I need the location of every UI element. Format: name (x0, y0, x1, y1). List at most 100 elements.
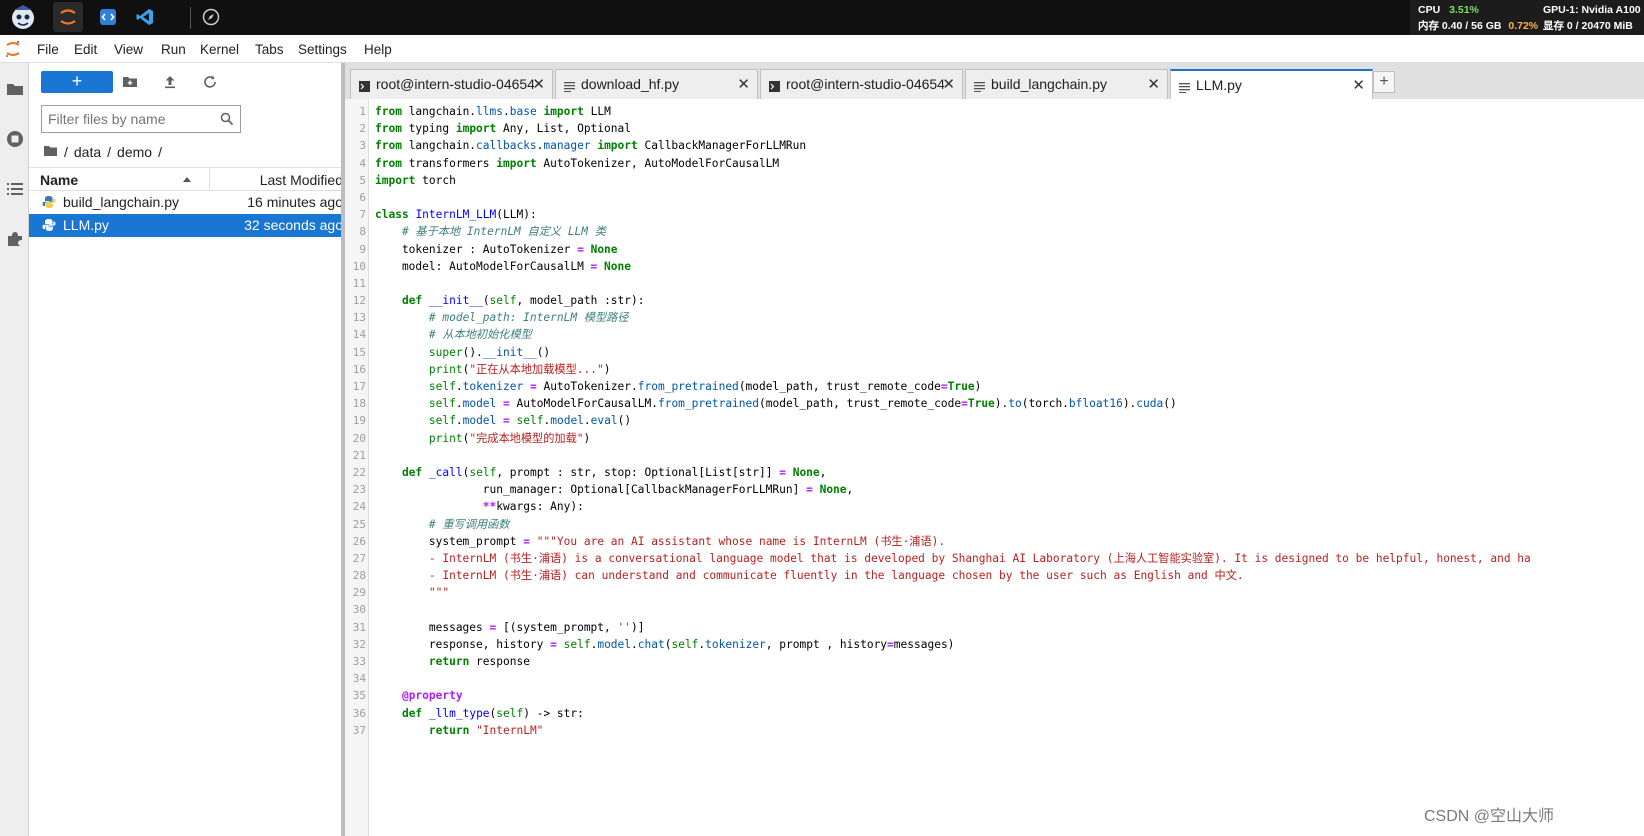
code-line[interactable]: 36 def _llm_type(self) -> str: (345, 705, 1644, 722)
code-line[interactable]: 24 **kwargs: Any): (345, 498, 1644, 515)
tab-download-hf[interactable]: download_hf.py ✕ (555, 69, 758, 99)
code-line[interactable]: 31 messages = [(system_prompt, '')] (345, 619, 1644, 636)
close-icon[interactable]: ✕ (532, 75, 545, 93)
line-number: 28 (352, 569, 366, 583)
last-modified-column-header[interactable]: Last Modified (260, 172, 343, 188)
table-of-contents-icon[interactable] (5, 179, 25, 199)
file-row[interactable]: build_langchain.py 16 minutes ago (29, 191, 355, 214)
code-line[interactable]: 34 (345, 670, 1644, 687)
code-text: - InternLM (书生·浦语) is a conversational l… (375, 551, 1531, 565)
breadcrumb-demo[interactable]: demo (117, 144, 152, 160)
new-launcher-button[interactable]: + (41, 71, 113, 93)
jupyter-app-icon[interactable] (53, 2, 83, 32)
file-text-icon (974, 79, 985, 92)
menu-view[interactable]: View (114, 42, 143, 57)
new-folder-icon[interactable] (121, 73, 139, 91)
code-line[interactable]: 29 """ (345, 584, 1644, 601)
code-line[interactable]: 21 (345, 447, 1644, 464)
folder-icon[interactable] (5, 79, 25, 99)
code-line[interactable]: 3 from langchain.callbacks.manager import… (345, 137, 1644, 154)
add-tab-button[interactable]: + (1373, 71, 1395, 93)
code-line[interactable]: 30 (345, 601, 1644, 618)
code-line[interactable]: 37 return "InternLM" (345, 722, 1644, 739)
menu-settings[interactable]: Settings (298, 42, 347, 57)
code-line[interactable]: 1 from langchain.llms.base import LLM (345, 103, 1644, 120)
tab-llm-py[interactable]: LLM.py ✕ (1170, 69, 1373, 100)
code-line[interactable]: 15 super().__init__() (345, 344, 1644, 361)
file-row-selected[interactable]: LLM.py 32 seconds ago (29, 214, 355, 237)
menu-edit[interactable]: Edit (74, 42, 97, 57)
filter-files-input[interactable] (48, 110, 213, 128)
code-content[interactable]: 1 from langchain.llms.base import LLM 2 fro… (345, 103, 1644, 823)
close-icon[interactable]: ✕ (737, 75, 750, 93)
close-icon[interactable]: ✕ (1352, 76, 1365, 94)
studio-logo-icon[interactable] (8, 2, 38, 32)
code-line[interactable]: 5 import torch (345, 172, 1644, 189)
code-line[interactable]: 17 self.tokenizer = AutoTokenizer.from_p… (345, 378, 1644, 395)
code-line[interactable]: 7 class InternLM_LLM(LLM): (345, 206, 1644, 223)
code-line[interactable]: 33 return response (345, 653, 1644, 670)
terminal-icon (359, 79, 370, 92)
code-line[interactable]: 18 self.model = AutoModelForCausalLM.fro… (345, 395, 1644, 412)
code-line[interactable]: 23 run_manager: Optional[CallbackManager… (345, 481, 1644, 498)
code-line[interactable]: 13 # model_path: InternLM 模型路径 (345, 309, 1644, 326)
code-line[interactable]: 8 # 基于本地 InternLM 自定义 LLM 类 (345, 223, 1644, 240)
code-text: **kwargs: Any): (482, 500, 584, 514)
code-text: self.model = self.model.eval() (428, 414, 632, 428)
code-line[interactable]: 14 # 从本地初始化模型 (345, 326, 1644, 343)
menu-file[interactable]: File (37, 42, 59, 57)
code-line[interactable]: 32 response, history = self.model.chat(s… (345, 636, 1644, 653)
upload-icon[interactable] (161, 73, 179, 91)
breadcrumb-data[interactable]: data (74, 144, 101, 160)
code-line[interactable]: 25 # 重写调用函数 (345, 516, 1644, 533)
tab-terminal-2[interactable]: root@intern-studio-04654 ✕ (760, 69, 963, 99)
cpu-label: CPU (1418, 4, 1441, 16)
tab-label: root@intern-studio-04654 (786, 76, 944, 92)
code-server-icon[interactable] (93, 2, 123, 32)
code-line[interactable]: 16 print("正在从本地加载模型...") (345, 361, 1644, 378)
refresh-icon[interactable] (201, 73, 219, 91)
code-line[interactable]: 22 def _call(self, prompt : str, stop: O… (345, 464, 1644, 481)
code-line[interactable]: 26 system_prompt = """You are an AI assi… (345, 533, 1644, 550)
vscode-icon[interactable] (130, 2, 160, 32)
code-line[interactable]: 28 - InternLM (书生·浦语) can understand and… (345, 567, 1644, 584)
line-number: 8 (359, 225, 366, 239)
menu-tabs[interactable]: Tabs (255, 42, 284, 57)
close-icon[interactable]: ✕ (942, 75, 955, 93)
line-number: 22 (352, 465, 366, 479)
menu-help[interactable]: Help (364, 42, 392, 57)
code-line[interactable]: 2 from typing import Any, List, Optional (345, 120, 1644, 137)
home-folder-icon[interactable] (43, 144, 58, 160)
close-icon[interactable]: ✕ (1147, 75, 1160, 93)
line-number: 13 (352, 311, 366, 325)
file-name: LLM.py (63, 217, 109, 233)
menu-bar: File Edit View Run Kernel Tabs Settings … (0, 35, 1644, 63)
code-line[interactable]: 11 (345, 275, 1644, 292)
menu-run[interactable]: Run (161, 42, 186, 57)
code-line[interactable]: 20 print("完成本地模型的加载") (345, 430, 1644, 447)
file-text-icon (1179, 80, 1190, 93)
code-text: # 基于本地 InternLM 自定义 LLM 类 (401, 225, 606, 239)
code-line[interactable]: 35 @property (345, 687, 1644, 704)
code-line[interactable]: 6 (345, 189, 1644, 206)
code-line[interactable]: 4 from transformers import AutoTokenizer,… (345, 155, 1644, 172)
running-sessions-icon[interactable] (5, 129, 25, 149)
name-column-header[interactable]: Name (40, 172, 78, 188)
menu-kernel[interactable]: Kernel (200, 42, 239, 57)
line-number: 14 (352, 328, 366, 342)
code-text: messages = [(system_prompt, '')] (375, 620, 645, 634)
column-divider (209, 168, 210, 191)
extensions-puzzle-icon[interactable] (5, 229, 25, 249)
code-line[interactable]: 27 - InternLM (书生·浦语) is a conversationa… (345, 550, 1644, 567)
code-line[interactable]: 19 self.model = self.model.eval() (345, 412, 1644, 429)
code-line[interactable]: 12 def __init__(self, model_path :str): (345, 292, 1644, 309)
code-editor[interactable]: 1 from langchain.llms.base import LLM 2 fro… (341, 99, 1644, 836)
code-line[interactable]: 10 model: AutoModelForCausalLM = None (345, 258, 1644, 275)
tab-terminal-1[interactable]: root@intern-studio-04654 ✕ (350, 69, 553, 99)
tab-label: build_langchain.py (991, 76, 1107, 92)
code-line[interactable]: 9 tokenizer : AutoTokenizer = None (345, 241, 1644, 258)
memory-percent: 0.72% (1508, 20, 1539, 32)
tab-build-langchain[interactable]: build_langchain.py ✕ (965, 69, 1168, 99)
compass-icon[interactable] (196, 2, 226, 32)
memory-label: 内存 0.40 / 56 GB (1418, 20, 1502, 32)
